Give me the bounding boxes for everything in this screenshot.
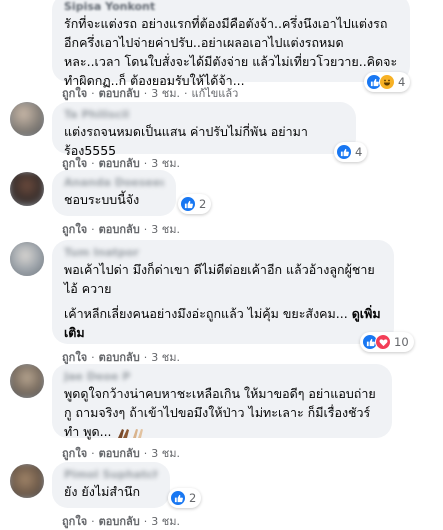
reaction-summary[interactable]: 2 — [168, 488, 202, 508]
separator: · — [143, 87, 148, 100]
love-reaction-icon — [375, 334, 391, 350]
comment-time[interactable]: 3 ชม. — [151, 223, 180, 236]
comment-text: พอเค้าไปด่า มึงก็ด่าเขา ดีไม่ดีต่อยเค้าอ… — [64, 260, 382, 342]
reply-link[interactable]: ตอบกลับ — [99, 87, 140, 100]
comment-time[interactable]: 3 ชม. — [151, 515, 180, 528]
separator: · — [91, 223, 95, 236]
reply-link[interactable]: ตอบกลับ — [99, 515, 140, 528]
avatar[interactable] — [10, 172, 44, 206]
comment-time[interactable]: 3 ชม. — [151, 87, 180, 100]
like-link[interactable]: ถูกใจ — [62, 351, 87, 364]
avatar[interactable] — [10, 464, 44, 498]
comment-time[interactable]: 3 ชม. — [151, 351, 180, 364]
haha-reaction-icon — [379, 74, 395, 90]
reaction-summary[interactable]: 4 — [334, 142, 368, 162]
separator: · — [91, 447, 95, 460]
praying-hands-emoji-icon — [117, 428, 143, 438]
comment-paragraph: พอเค้าไปด่า มึงก็ด่าเขา ดีไม่ดีต่อยเค้าอ… — [64, 262, 375, 296]
comment-text: รักที่จะแต่งรถ อย่างแรกที่ต้องมีคือตังจ้… — [64, 16, 398, 88]
comment-paragraph-text: เค้าหลีกเลี่ยงคนอย่างมึงอ่ะถูกแล้ว ไม่คุ… — [64, 306, 348, 321]
reaction-count: 2 — [189, 491, 197, 505]
separator: · — [91, 515, 95, 528]
comment-text: พูดดูใจกว้างน่าคบหาชะเหลือเกิน ให้มาขอดี… — [64, 384, 380, 441]
reaction-count: 2 — [199, 197, 207, 211]
edited-label: แก้ไขแล้ว — [191, 87, 239, 100]
comment-author[interactable]: Sipisa Yonkont — [64, 0, 398, 14]
separator: · — [143, 157, 148, 170]
reaction-summary[interactable]: 4 — [364, 72, 411, 92]
comment-author[interactable]: Jae Deoe P — [64, 370, 380, 384]
separator: · — [183, 87, 188, 100]
separator: · — [91, 351, 95, 364]
reaction-count: 4 — [398, 75, 406, 89]
separator: · — [91, 157, 95, 170]
separator: · — [91, 87, 95, 100]
reply-link[interactable]: ตอบกลับ — [99, 351, 140, 364]
comment-text: ชอบระบบนี้จัง — [64, 192, 140, 207]
comment-time[interactable]: 3 ชม. — [151, 447, 180, 460]
comment-text: ยัง ยังไม่สำนึก — [64, 484, 141, 499]
comment-time[interactable]: 3 ชม. — [151, 157, 180, 170]
like-reaction-icon — [180, 196, 196, 212]
avatar[interactable] — [10, 242, 44, 276]
separator: · — [143, 447, 148, 460]
comment-actions: ถูกใจ · ตอบกลับ · 3 ชม. — [62, 444, 180, 462]
like-link[interactable]: ถูกใจ — [62, 157, 87, 170]
reaction-count: 4 — [355, 145, 363, 159]
comment-bubble: Pimol Suphatcha ยัง ยังไม่สำนึก — [52, 462, 170, 508]
separator: · — [143, 515, 148, 528]
comment-actions: ถูกใจ · ตอบกลับ · 3 ชม. — [62, 220, 180, 238]
avatar[interactable] — [10, 102, 44, 136]
comment-bubble: Jae Deoe P พูดดูใจกว้างน่าคบหาชะเหลือเกิ… — [52, 364, 392, 441]
comment-actions: ถูกใจ · ตอบกลับ · 3 ชม. · แก้ไขแล้ว — [62, 84, 238, 102]
comment-bubble: Ta Philiscil แต่งรถจนหมดเป็นแสน ค่าปรับไ… — [52, 102, 356, 158]
comment-bubble: Ananda Doeseeu ชอบระบบนี้จัง — [52, 170, 176, 216]
reply-link[interactable]: ตอบกลับ — [99, 157, 140, 170]
comment-author[interactable]: Ta Philiscil — [64, 108, 344, 122]
separator: · — [143, 351, 148, 364]
avatar[interactable] — [10, 364, 44, 398]
reaction-summary[interactable]: 10 — [360, 332, 414, 352]
reply-link[interactable]: ตอบกลับ — [99, 223, 140, 236]
like-link[interactable]: ถูกใจ — [62, 515, 87, 528]
comment-bubble: Sipisa Yonkont รักที่จะแต่งรถ อย่างแรกที… — [52, 0, 410, 88]
comment-author[interactable]: Pimol Suphatcha — [64, 468, 158, 482]
comment-paragraph: เค้าหลีกเลี่ยงคนอย่างมึงอ่ะถูกแล้ว ไม่คุ… — [64, 304, 382, 342]
comment-author[interactable]: Ananda Doeseeu — [64, 176, 164, 190]
like-link[interactable]: ถูกใจ — [62, 87, 87, 100]
like-reaction-icon — [170, 490, 186, 506]
like-reaction-icon — [336, 144, 352, 160]
like-link[interactable]: ถูกใจ — [62, 223, 87, 236]
reply-link[interactable]: ตอบกลับ — [99, 447, 140, 460]
comment-author[interactable]: Tum Inatpor — [64, 246, 382, 260]
comment-text-content: พูดดูใจกว้างน่าคบหาชะเหลือเกิน ให้มาขอดี… — [64, 386, 376, 439]
comment-actions: ถูกใจ · ตอบกลับ · 3 ชม. — [62, 512, 180, 530]
comment-bubble: Tum Inatpor พอเค้าไปด่า มึงก็ด่าเขา ดีไม… — [52, 240, 394, 344]
reaction-summary[interactable]: 2 — [178, 194, 212, 214]
like-link[interactable]: ถูกใจ — [62, 447, 87, 460]
reaction-count: 10 — [394, 335, 409, 349]
separator: · — [143, 223, 148, 236]
